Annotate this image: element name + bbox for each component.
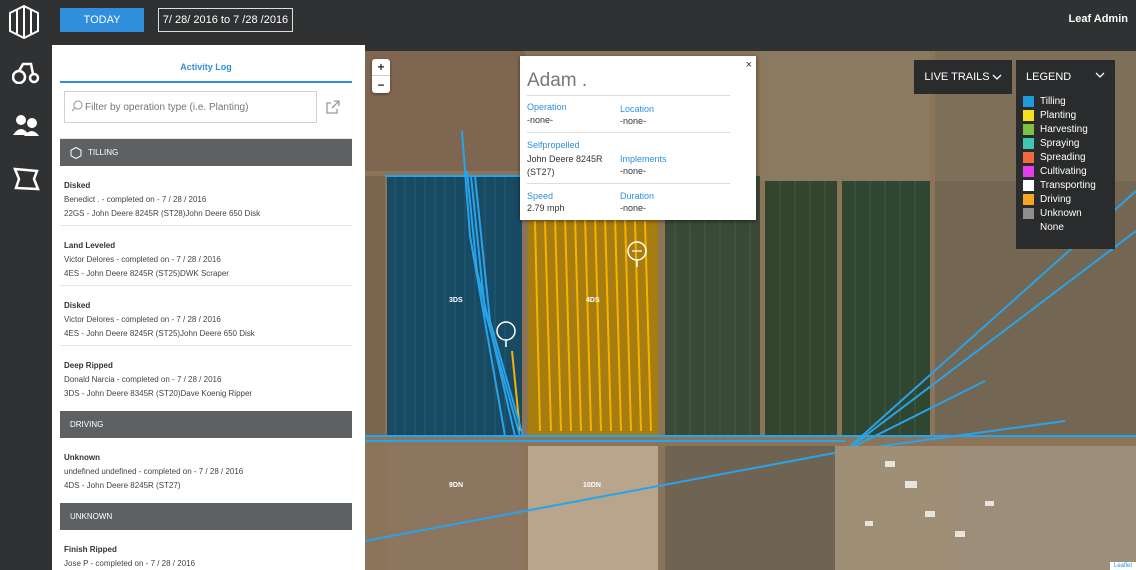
activity-panel: Activity Log TILLING Disked B xyxy=(52,45,365,570)
duration-value: -none- xyxy=(620,203,647,213)
leaf-logo-icon[interactable] xyxy=(8,5,40,39)
operation-label: Operation xyxy=(527,102,567,112)
list-item[interactable]: Finish Ripped Jose P - completed on - 7 … xyxy=(60,530,352,570)
date-range-picker[interactable]: 7/ 28/ 2016 to 7 /28 /2016 xyxy=(158,8,293,32)
field-label: 4DS xyxy=(586,297,600,304)
vehicle-popup: Adam . × Operation -none- Location -none… xyxy=(520,56,756,220)
legend-item-tilling: Tilling xyxy=(1016,94,1115,108)
field-icon[interactable] xyxy=(10,165,42,193)
legend-item-none: None xyxy=(1040,221,1064,233)
legend-item-planting: Planting xyxy=(1016,108,1115,122)
section-header-driving[interactable]: DRIVING xyxy=(60,411,352,438)
satellite-map[interactable]: 3DS 4DS 9DN 10DN + − Adam . × Operation … xyxy=(365,51,1136,570)
legend-item-driving: Driving xyxy=(1016,192,1115,206)
field-label: 9DN xyxy=(449,482,464,489)
zoom-out-button[interactable]: − xyxy=(372,76,390,93)
legend-item-harvesting: Harvesting xyxy=(1016,122,1115,136)
legend-item-unknown: Unknown xyxy=(1016,206,1115,220)
section-header-tilling[interactable]: TILLING xyxy=(60,139,352,166)
zoom-control: + − xyxy=(372,59,390,93)
list-item[interactable]: Deep Ripped Donald Narcia - completed on… xyxy=(60,346,352,411)
legend-item-transporting: Transporting xyxy=(1016,178,1115,192)
field-label: 10DN xyxy=(583,482,601,489)
selfpropelled-value: John Deere 8245R (ST27) xyxy=(527,154,603,177)
selfpropelled-label: Selfpropelled xyxy=(527,140,580,150)
live-trails-dropdown[interactable]: LIVE TRAILS xyxy=(914,60,1012,94)
location-value: -none- xyxy=(620,116,647,126)
top-bar: TODAY 7/ 28/ 2016 to 7 /28 /2016 Leaf Ad… xyxy=(0,0,1136,45)
field-label: 3DS xyxy=(449,297,463,304)
operation-value: -none- xyxy=(527,115,554,125)
legend-header[interactable]: LEGEND xyxy=(1016,60,1115,94)
legend-item-cultivating: Cultivating xyxy=(1016,164,1115,178)
legend-item-spraying: Spraying xyxy=(1016,136,1115,150)
list-item[interactable]: Land Leveled Victor Delores - completed … xyxy=(60,226,352,286)
leaflet-attribution[interactable]: Leaflet xyxy=(1109,562,1136,570)
speed-label: Speed xyxy=(527,191,554,201)
filter-input[interactable] xyxy=(85,92,315,122)
external-link-icon[interactable] xyxy=(326,100,340,114)
filter-row xyxy=(60,83,352,139)
filter-box[interactable] xyxy=(64,91,317,123)
location-label: Location xyxy=(620,104,655,114)
zoom-in-button[interactable]: + xyxy=(372,59,390,76)
list-item[interactable]: Disked Victor Delores - completed on - 7… xyxy=(60,286,352,346)
tractor-icon[interactable] xyxy=(10,59,42,87)
hexagon-icon xyxy=(70,146,82,159)
legend-panel: LEGEND Tilling Planting Harvesting Spray… xyxy=(1016,60,1115,249)
today-button[interactable]: TODAY xyxy=(60,8,144,32)
duration-label: Duration xyxy=(620,191,655,201)
section-header-unknown[interactable]: UNKNOWN xyxy=(60,503,352,530)
operator-name: Adam . xyxy=(527,70,588,91)
user-name[interactable]: Leaf Admin xyxy=(1069,13,1129,25)
legend-item-spreading: Spreading xyxy=(1016,150,1115,164)
list-item[interactable]: Unknown undefined undefined - completed … xyxy=(60,438,352,503)
search-icon xyxy=(71,100,83,112)
chevron-down-icon xyxy=(992,74,1002,80)
tab-activity-log[interactable]: Activity Log xyxy=(60,52,352,83)
speed-value: 2.79 mph xyxy=(527,203,565,213)
implements-label: Implements xyxy=(620,154,667,164)
chevron-down-icon xyxy=(1095,72,1105,78)
popup-close-button[interactable]: × xyxy=(746,59,752,71)
list-item[interactable]: Disked Benedict . - completed on - 7 / 2… xyxy=(60,166,352,226)
implements-value: -none- xyxy=(620,166,647,176)
icon-sidebar xyxy=(0,45,52,570)
users-icon[interactable] xyxy=(10,111,42,139)
